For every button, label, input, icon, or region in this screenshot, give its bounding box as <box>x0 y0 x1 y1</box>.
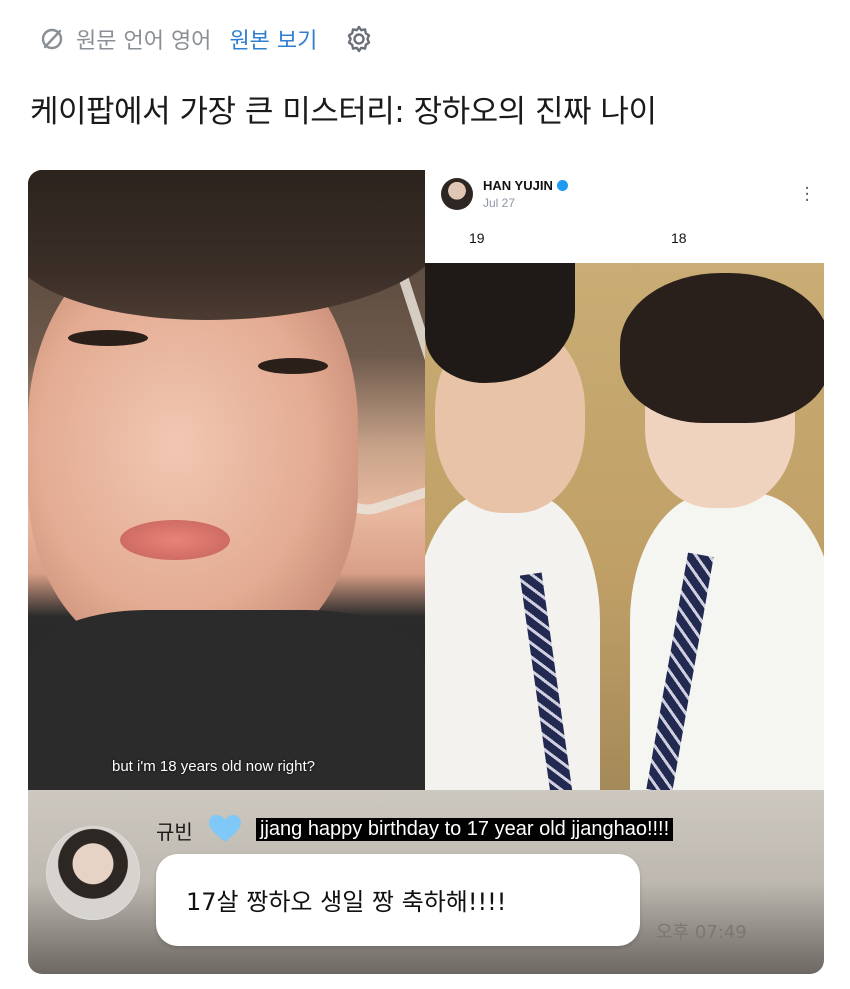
source-language-label: 원문 언어 영어 <box>76 29 212 54</box>
avatar[interactable] <box>441 178 473 210</box>
tweet-photo[interactable] <box>425 263 824 790</box>
age-label-left: 19 <box>469 230 485 246</box>
age-label-right: 18 <box>671 230 687 246</box>
translate-off-icon <box>41 28 63 50</box>
verified-badge-icon <box>556 180 568 191</box>
chat-avatar <box>46 826 140 920</box>
tweet-date: Jul 27 <box>483 196 516 210</box>
gear-icon[interactable] <box>343 23 375 55</box>
video-caption: but i'm 18 years old now right? <box>112 758 315 775</box>
translation-bar: 원문 언어 영어 원본 보기 <box>38 22 375 56</box>
tweet-card: HAN YUJIN Jul 27 · · · 19 18 <box>425 170 824 790</box>
view-original-link[interactable]: 원본 보기 <box>229 23 317 55</box>
chat-timestamp: 오후 07:49 <box>656 922 747 943</box>
english-subtitle: jjang happy birthday to 17 year old jjan… <box>256 818 674 841</box>
chat-screenshot: 규빈 jjang happy birthday to 17 year old j… <box>28 790 824 974</box>
right-eye <box>258 358 328 374</box>
tweet-author-name: HAN YUJIN <box>483 178 553 193</box>
chat-sender-name: 규빈 <box>156 820 193 844</box>
left-eye <box>68 330 148 346</box>
heart-icon <box>209 815 241 842</box>
chat-bubble: 17살 짱하오 생일 짱 축하해!!!! <box>156 854 640 946</box>
tweet-author[interactable]: HAN YUJIN <box>483 178 568 193</box>
selfie-photo: but i'm 18 years old now right? <box>28 170 425 790</box>
hair-right <box>620 273 824 423</box>
more-vert-icon[interactable]: · · · <box>804 180 810 210</box>
lips <box>120 520 230 560</box>
chat-message: 17살 짱하오 생일 짱 축하해!!!! <box>186 888 507 916</box>
image-collage: but i'm 18 years old now right? HAN YUJI… <box>28 170 824 974</box>
tweet-header: HAN YUJIN Jul 27 · · · 19 18 <box>425 170 824 262</box>
white-shirt-left <box>425 493 600 790</box>
post-title: 케이팝에서 가장 큰 미스터리: 장하오의 진짜 나이 <box>30 94 657 130</box>
